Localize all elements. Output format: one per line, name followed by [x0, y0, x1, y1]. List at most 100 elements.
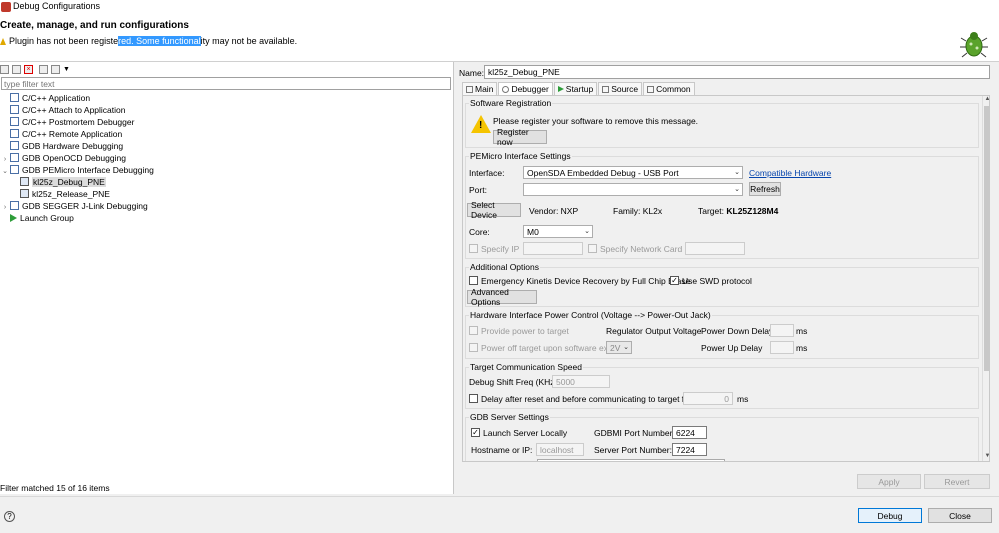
hostname-label: Hostname or IP: [471, 445, 533, 455]
tree-item-c-attach[interactable]: C/C++ Attach to Application [0, 105, 125, 117]
collapse-all-icon[interactable] [39, 64, 48, 74]
warning-icon: ! [471, 115, 491, 133]
advanced-options-button[interactable]: Advanced Options [467, 287, 537, 307]
apply-button[interactable]: Apply [857, 474, 921, 489]
tab-startup[interactable]: Startup [553, 82, 598, 95]
gdbmi-port-input[interactable]: 6224 [672, 426, 707, 439]
specify-network-checkbox[interactable] [588, 244, 597, 253]
emergency-recovery-checkbox[interactable] [469, 276, 478, 285]
chevron-down-icon[interactable]: ⌄ [0, 167, 10, 175]
delete-config-icon[interactable]: × [24, 64, 33, 74]
chevron-down-icon: ⌄ [584, 228, 590, 235]
common-tab-icon [647, 85, 655, 93]
refresh-button[interactable]: Refresh [749, 182, 781, 196]
chevron-down-icon: ⌄ [623, 344, 629, 351]
tree-item-gdb-segger[interactable]: › GDB SEGGER J-Link Debugging [0, 201, 148, 213]
select-device-button[interactable]: Select Device [467, 200, 521, 220]
delay-input[interactable]: 0 [683, 392, 733, 405]
chevron-right-icon[interactable]: › [0, 156, 10, 163]
tree-item-gdb-hardware[interactable]: GDB Hardware Debugging [0, 141, 123, 153]
bug-logo-icon [960, 32, 988, 58]
scroll-thumb[interactable] [984, 106, 989, 371]
launch-local-label: Launch Server Locally [483, 428, 568, 438]
shift-freq-input[interactable]: 5000 [552, 375, 610, 388]
network-ip-input[interactable] [685, 242, 745, 255]
new-config-icon[interactable] [0, 64, 9, 74]
scroll-up-icon[interactable]: ▲ [984, 96, 989, 105]
tree-item-launch-group[interactable]: Launch Group [0, 213, 74, 225]
c-config-icon [10, 105, 19, 114]
app-icon [1, 2, 11, 12]
family-text: Family: KL2x [613, 206, 663, 216]
help-icon[interactable]: ? [4, 511, 15, 522]
scroll-down-icon[interactable]: ▼ [984, 453, 989, 461]
warning-text-selected: red. Some functional [118, 36, 201, 46]
revert-button[interactable]: Revert [924, 474, 990, 489]
chevron-down-icon: ⌄ [734, 186, 740, 193]
delay-after-reset-checkbox[interactable] [469, 394, 478, 403]
chevron-down-icon[interactable]: ▼ [63, 66, 70, 73]
regulator-label: Regulator Output Voltage [606, 326, 702, 336]
tab-debugger[interactable]: Debugger [498, 82, 553, 95]
tree-item-kl25z-release[interactable]: kl25z_Release_PNE [10, 189, 110, 201]
launch-local-checkbox[interactable]: ✓ [471, 428, 480, 437]
vertical-scrollbar[interactable]: ▲ ▼ [982, 96, 989, 461]
power-up-label: Power Up Delay [701, 343, 763, 353]
dialog-header: Create, manage, and run configurations P… [0, 14, 999, 62]
group-title: Hardware Interface Power Control (Voltag… [469, 310, 712, 320]
duplicate-config-icon[interactable] [12, 64, 21, 74]
chevron-down-icon: ⌄ [734, 169, 740, 176]
provide-power-label: Provide power to target [481, 326, 569, 336]
config-file-icon [20, 189, 29, 198]
power-down-input[interactable] [770, 324, 794, 337]
shift-freq-label: Debug Shift Freq (KHz) [469, 377, 558, 387]
target-text: Target: KL25Z128M4 [698, 206, 779, 216]
interface-select[interactable]: OpenSDA Embedded Debug - USB Port ⌄ [523, 166, 743, 179]
specify-ip-checkbox[interactable] [469, 244, 478, 253]
close-button[interactable]: Close [928, 508, 992, 523]
ip-input[interactable] [523, 242, 583, 255]
power-off-checkbox[interactable] [469, 343, 478, 352]
core-select[interactable]: M0 ⌄ [523, 225, 593, 238]
c-config-icon [10, 153, 19, 162]
tree-item-c-postmortem[interactable]: C/C++ Postmortem Debugger [0, 117, 134, 129]
voltage-select[interactable]: 2V ⌄ [606, 341, 632, 354]
compatible-hardware-link[interactable]: Compatible Hardware [749, 168, 831, 178]
filter-icon[interactable] [51, 64, 60, 74]
name-input[interactable] [484, 65, 990, 79]
hostname-input[interactable]: localhost [536, 443, 584, 456]
provide-power-checkbox[interactable] [469, 326, 478, 335]
config-toolbar: × ▼ [0, 63, 70, 75]
port-select[interactable]: ⌄ [523, 183, 743, 196]
ms-unit: ms [796, 343, 808, 353]
c-config-icon [10, 201, 19, 210]
power-off-label: Power off target upon software exit [481, 343, 613, 353]
tab-main[interactable]: Main [462, 82, 498, 95]
tree-item-kl25z-debug[interactable]: kl25z_Debug_PNE [10, 177, 106, 189]
registration-message: Please register your software to remove … [493, 116, 699, 126]
dialog-footer: ? Debug Close [0, 496, 999, 533]
emergency-recovery-label: Emergency Kinetis Device Recovery by Ful… [481, 276, 691, 286]
debug-button[interactable]: Debug [858, 508, 922, 523]
use-swd-checkbox[interactable]: ✓ [670, 276, 679, 285]
main-tab-icon [466, 85, 473, 93]
specify-network-label: Specify Network Card IP [600, 244, 693, 254]
tab-source[interactable]: Source [598, 82, 643, 95]
tab-common[interactable]: Common [643, 82, 695, 95]
tree-item-c-remote[interactable]: C/C++ Remote Application [0, 129, 122, 141]
power-down-label: Power Down Delay [701, 326, 774, 336]
tree-item-c-application[interactable]: C/C++ Application [0, 93, 90, 105]
filter-input[interactable] [1, 77, 451, 90]
tree-item-gdb-openocd[interactable]: › GDB OpenOCD Debugging [0, 153, 126, 165]
server-port-input[interactable]: 7224 [672, 443, 707, 456]
power-up-input[interactable] [770, 341, 794, 354]
chevron-right-icon[interactable]: › [0, 204, 10, 211]
gdb-server-group: GDB Server Settings ✓ Launch Server Loca… [465, 412, 979, 461]
warning-small-icon [0, 37, 6, 45]
group-title: Target Communication Speed [469, 362, 583, 372]
tree-item-gdb-pemicro[interactable]: ⌄ GDB PEMicro Interface Debugging [0, 165, 154, 177]
delay-after-reset-label: Delay after reset and before communicati… [481, 394, 692, 404]
interface-label: Interface: [469, 168, 505, 178]
additional-field[interactable] [537, 459, 725, 461]
register-now-button[interactable]: Register now [493, 127, 547, 147]
